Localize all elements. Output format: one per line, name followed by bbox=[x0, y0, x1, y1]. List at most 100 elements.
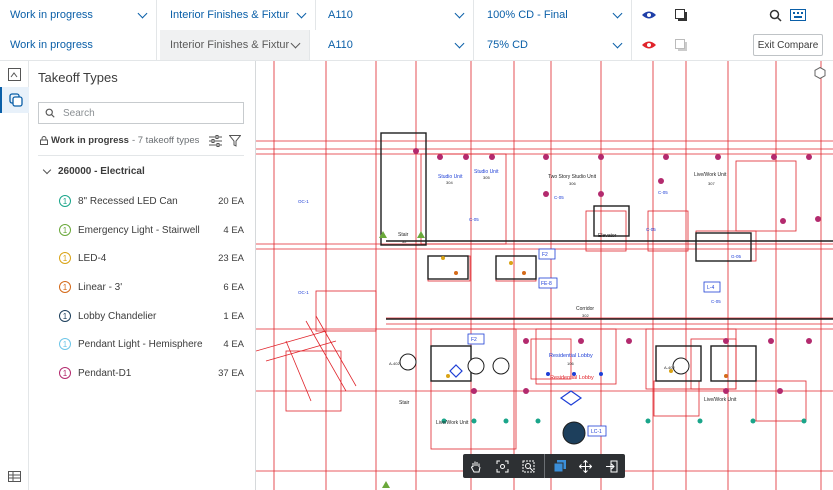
zoom-window-button[interactable] bbox=[515, 454, 541, 478]
table-view-button[interactable] bbox=[0, 463, 28, 489]
takeoff-type-icon: 1 bbox=[59, 195, 71, 207]
left-rail bbox=[0, 61, 30, 490]
status-dropdown-current[interactable]: Work in progress bbox=[0, 0, 157, 30]
search-box bbox=[38, 102, 244, 124]
compare-bar-previous: Work in progress Interior Finishes & Fix… bbox=[0, 30, 833, 61]
drawing-room-label: Stair bbox=[398, 232, 409, 238]
divider bbox=[38, 155, 244, 156]
discipline-dropdown-previous[interactable]: Interior Finishes & Fixtur bbox=[160, 30, 310, 60]
pan-tool-button[interactable] bbox=[463, 454, 489, 478]
sheet-dropdown-label: A110 bbox=[328, 39, 353, 51]
takeoff-status: Work in progress - 7 takeoff types bbox=[40, 135, 199, 146]
takeoff-type-icon: 1 bbox=[59, 338, 71, 350]
search-input[interactable] bbox=[61, 106, 235, 120]
sheet-dropdown-current[interactable]: A110 bbox=[318, 0, 474, 30]
drawing-tag: A-402 bbox=[664, 365, 675, 370]
drawing-room-label: Stair bbox=[399, 400, 410, 406]
chevron-down-icon bbox=[612, 38, 623, 48]
drawing-tag: C-05 bbox=[658, 190, 668, 195]
drawing-walls bbox=[380, 132, 833, 382]
filter-button[interactable] bbox=[227, 133, 243, 149]
takeoff-item[interactable]: 1 Emergency Light - Stairwell 4 EA bbox=[59, 220, 244, 240]
table-icon bbox=[7, 470, 21, 482]
layer-color-button-previous[interactable] bbox=[668, 30, 694, 60]
chevron-down-icon bbox=[42, 165, 52, 175]
drawing-tag: F2 bbox=[542, 252, 548, 258]
takeoff-item[interactable]: 1 Pendant Light - Hemisphere 4 EA bbox=[59, 334, 244, 354]
sheet-dropdown-previous[interactable]: A110 bbox=[318, 30, 474, 60]
zoom-extents-button[interactable] bbox=[489, 454, 515, 478]
move-icon bbox=[579, 459, 593, 473]
version-dropdown-current[interactable]: 100% CD - Final bbox=[477, 0, 632, 30]
discipline-dropdown-label: Interior Finishes & Fixtur bbox=[170, 39, 290, 51]
status-count: - 7 takeoff types bbox=[131, 135, 200, 146]
status-dropdown-label: Work in progress bbox=[10, 39, 93, 51]
takeoff-type-icon: 1 bbox=[59, 310, 71, 322]
status-dropdown-previous[interactable]: Work in progress bbox=[0, 30, 157, 60]
lock-icon bbox=[40, 136, 48, 145]
takeoff-group-electrical[interactable]: 260000 - Electrical bbox=[42, 165, 145, 177]
drawing-tag: F2 bbox=[471, 337, 477, 343]
chevron-down-icon bbox=[612, 8, 623, 18]
takeoff-item[interactable]: 1 Lobby Chandelier 1 EA bbox=[59, 306, 244, 326]
compare-bar-current: Work in progress Interior Finishes & Fix… bbox=[0, 0, 833, 31]
select-area-button[interactable] bbox=[546, 454, 572, 478]
takeoff-item-label: Pendant-D1 bbox=[78, 367, 132, 379]
discipline-dropdown-label: Interior Finishes & Fixtur bbox=[170, 9, 290, 21]
chevron-down-icon bbox=[454, 8, 465, 18]
takeoff-item[interactable]: 1 Linear - 3' 6 EA bbox=[59, 277, 244, 297]
layers-icon bbox=[674, 8, 687, 21]
settings-button[interactable] bbox=[207, 133, 223, 149]
takeoff-item-label: 8" Recessed LED Can bbox=[78, 195, 178, 207]
drawing-tag: G-05 bbox=[731, 254, 742, 259]
chevron-down-icon bbox=[454, 38, 465, 48]
version-dropdown-label: 100% CD - Final bbox=[487, 9, 568, 21]
move-tool-button[interactable] bbox=[573, 454, 599, 478]
version-dropdown-previous[interactable]: 75% CD bbox=[477, 30, 632, 60]
takeoff-item-quantity: 4 EA bbox=[223, 338, 244, 350]
layers-icon bbox=[674, 38, 687, 51]
drawing-canvas[interactable]: Studio Unit 304 Studio Unit 305 Two Stor… bbox=[256, 61, 833, 490]
takeoff-item-quantity: 1 EA bbox=[223, 310, 244, 322]
takeoff-item[interactable]: 1 LED-4 23 EA bbox=[59, 248, 244, 268]
drawing-room-number: 52 bbox=[402, 239, 407, 244]
search-icon bbox=[769, 9, 782, 22]
takeoff-item[interactable]: 1 Pendant-D1 37 EA bbox=[59, 363, 244, 383]
drawing-tag: C-05 bbox=[469, 217, 479, 222]
chevron-down-icon bbox=[290, 38, 301, 48]
sheets-tool-button[interactable] bbox=[0, 61, 28, 87]
expand-view-button[interactable] bbox=[813, 66, 827, 80]
sliders-icon bbox=[208, 135, 222, 147]
drawing-tag: FE-8 bbox=[541, 281, 552, 287]
drawing-room-number: 106 bbox=[567, 361, 574, 366]
drawing-room-number: 304 bbox=[446, 180, 453, 185]
layer-color-button-current[interactable] bbox=[668, 0, 694, 30]
visibility-toggle-current[interactable] bbox=[636, 0, 662, 30]
version-dropdown-label: 75% CD bbox=[487, 39, 528, 51]
drawing-room-label: Residential Lobby bbox=[549, 353, 593, 359]
status-label: Work in progress bbox=[51, 135, 129, 146]
zoom-window-icon bbox=[522, 460, 535, 472]
drawing-room-number: 302 bbox=[582, 313, 589, 318]
takeoff-tool-button[interactable] bbox=[0, 87, 30, 113]
drawing-tag: OC-1 bbox=[298, 290, 309, 295]
drawing-tag: LC-1 bbox=[591, 429, 602, 435]
drawing-room-label: Two Story Studio Unit bbox=[548, 174, 597, 180]
discipline-dropdown-current[interactable]: Interior Finishes & Fixtur bbox=[160, 0, 316, 30]
exit-compare-button[interactable]: Exit Compare bbox=[753, 34, 823, 56]
search-icon bbox=[45, 108, 55, 118]
takeoff-type-icon: 1 bbox=[59, 252, 71, 264]
visibility-toggle-previous[interactable] bbox=[636, 30, 662, 60]
hand-icon bbox=[471, 461, 481, 472]
takeoff-type-icon: 1 bbox=[59, 224, 71, 236]
keyboard-button[interactable] bbox=[785, 0, 811, 30]
exit-tool-button[interactable] bbox=[599, 454, 625, 478]
takeoff-item[interactable]: 1 8" Recessed LED Can 20 EA bbox=[59, 191, 244, 211]
drawing-tag: C-05 bbox=[554, 195, 564, 200]
takeoff-type-icon: 1 bbox=[59, 367, 71, 379]
sheet-dropdown-label: A110 bbox=[328, 9, 353, 21]
eye-icon bbox=[642, 11, 656, 19]
takeoff-item-label: Linear - 3' bbox=[78, 281, 123, 293]
panel-title: Takeoff Types bbox=[38, 70, 118, 85]
takeoff-icon bbox=[9, 93, 23, 107]
